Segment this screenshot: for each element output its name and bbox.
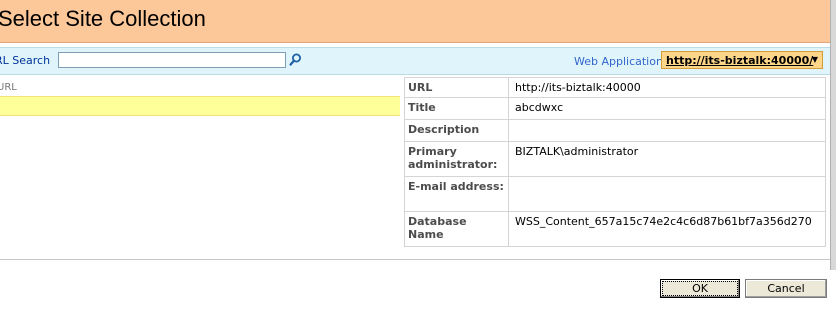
site-collection-list: URL / — [0, 78, 400, 258]
detail-key: Title — [404, 97, 509, 120]
list-item[interactable]: / — [0, 96, 400, 116]
vertical-scrollbar[interactable] — [830, 0, 836, 270]
detail-row-email: E-mail address: — [404, 176, 826, 212]
detail-value: abcdwxc — [508, 97, 826, 120]
detail-row-database: Database Name WSS_Content_657a15c74e2c4c… — [404, 211, 826, 247]
detail-value — [508, 176, 826, 212]
detail-key: Description — [404, 119, 509, 142]
detail-row-title: Title abcdwxc — [404, 97, 826, 120]
detail-value: WSS_Content_657a15c74e2c4c6d87b61bf7a356… — [508, 211, 826, 247]
search-icon[interactable] — [287, 52, 303, 68]
search-toolbar: RL Search Web Application: http://its-bi… — [0, 47, 830, 75]
detail-key: Primary administrator: — [404, 141, 509, 177]
detail-value: http://its-biztalk:40000 — [508, 77, 826, 98]
url-search-label: RL Search — [0, 54, 51, 67]
dialog-title: Select Site Collection — [0, 6, 206, 31]
site-details-table: URL http://its-biztalk:40000 Title abcdw… — [404, 77, 826, 247]
web-application-dropdown[interactable]: http://its-biztalk:40000/ ▼ — [661, 51, 823, 69]
detail-row-url: URL http://its-biztalk:40000 — [404, 77, 826, 98]
dialog-title-bar: Select Site Collection — [0, 0, 830, 43]
detail-value — [508, 119, 826, 142]
detail-key: Database Name — [404, 211, 509, 247]
ok-button[interactable]: OK — [660, 279, 740, 298]
url-column-header[interactable]: URL — [0, 82, 17, 93]
detail-key: E-mail address: — [404, 176, 509, 212]
cancel-button[interactable]: Cancel — [745, 279, 827, 298]
detail-value: BIZTALK\administrator — [508, 141, 826, 177]
web-application-value[interactable]: http://its-biztalk:40000/ — [666, 54, 813, 67]
detail-row-primary-admin: Primary administrator: BIZTALK\administr… — [404, 141, 826, 177]
url-search-input[interactable] — [58, 52, 286, 68]
detail-key: URL — [404, 77, 509, 98]
detail-row-description: Description — [404, 119, 826, 142]
web-application-label: Web Application: — [574, 55, 667, 68]
footer-divider — [0, 259, 830, 260]
dropdown-arrow-icon[interactable]: ▼ — [812, 55, 818, 64]
